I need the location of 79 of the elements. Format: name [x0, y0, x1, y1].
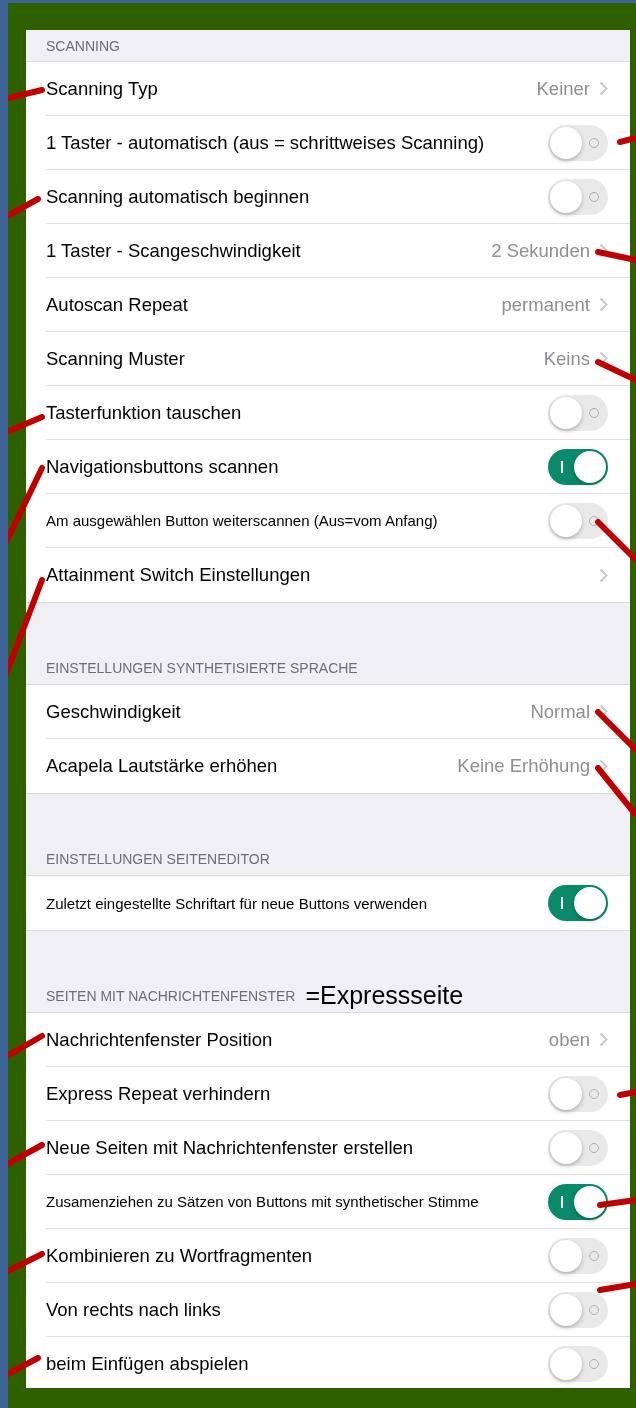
chevron-icon [599, 1032, 608, 1047]
annotation-line [597, 1197, 636, 1208]
settings-row[interactable]: Acapela Lautstärke erhöhen Keine Erhöhung [46, 739, 630, 793]
row-value: Normal [530, 700, 590, 723]
row-label: Navigationsbuttons scannen [46, 455, 280, 478]
chevron-icon [599, 297, 608, 312]
row-value: permanent [501, 293, 590, 316]
row-value: oben [548, 1028, 590, 1051]
annotation-line [617, 1089, 636, 1098]
settings-row[interactable]: Am ausgewählen Button weiterscannen (Aus=vom Anfang) [46, 494, 630, 548]
toggle-switch[interactable] [548, 1183, 608, 1220]
settings-row[interactable]: Von rechts nach links [46, 1283, 630, 1337]
row-label: Tasterfunktion tauschen [46, 401, 243, 424]
settings-row[interactable]: 1 Taster - Scangeschwindigkeit 2 Sekunden [46, 224, 630, 278]
annotation-line [595, 359, 636, 383]
toggle-switch[interactable] [548, 502, 608, 539]
annotation-line [597, 1281, 636, 1293]
row-value: 2 Sekunden [491, 239, 590, 262]
settings-row[interactable]: Scanning Typ Keiner [46, 62, 630, 116]
settings-row[interactable]: 1 Taster - automatisch (aus = schrittweises Scanning) [46, 116, 630, 170]
toggle-switch[interactable] [548, 1075, 608, 1112]
annotation-text: =Expressseite [305, 981, 464, 1010]
row-label: beim Einfügen abspielen [46, 1353, 250, 1375]
settings-row[interactable]: Nachrichtenfenster Position oben [46, 1013, 630, 1067]
toggle-switch[interactable] [548, 1129, 608, 1166]
row-value: Keins [543, 347, 590, 370]
settings-row[interactable]: Scanning automatisch beginnen [46, 170, 630, 224]
annotation-line [617, 135, 636, 145]
settings-row[interactable]: Kombinieren zu Wortfragmenten [46, 1229, 630, 1283]
annotation-line [8, 414, 45, 438]
toggle-switch[interactable] [548, 1346, 608, 1382]
settings-row[interactable]: Tasterfunktion tauschen [46, 386, 630, 440]
row-label: Zuletzt eingestellte Schriftart für neue Buttons verwenden [46, 894, 429, 912]
row-label: Am ausgewählen Button weiterscannen (Aus=vom Anfang) [46, 512, 439, 529]
row-label: Scanning Typ [46, 77, 159, 100]
settings-row[interactable]: Autoscan Repeat permanent [46, 278, 630, 332]
toggle-switch[interactable] [548, 448, 608, 485]
section-header: SEITEN MIT NACHRICHTENFENSTER [46, 988, 296, 1004]
row-label: Von rechts nach links [46, 1298, 222, 1321]
row-value: Keiner [536, 77, 590, 100]
row-value: Keine Erhöhung [457, 755, 590, 777]
row-label: Kombinieren zu Wortfragmenten [46, 1244, 313, 1267]
row-label: Geschwindigkeit [46, 700, 182, 723]
settings-row[interactable]: beim Einfügen abspielen [46, 1337, 630, 1388]
section-header: EINSTELLUNGEN SEITENEDITOR [46, 851, 270, 867]
row-label: Express Repeat verhindern [46, 1082, 272, 1105]
row-label: Autoscan Repeat [46, 293, 189, 316]
toggle-switch[interactable] [548, 124, 608, 161]
annotation-line [595, 765, 636, 818]
settings-row[interactable]: Express Repeat verhindern [46, 1067, 630, 1121]
settings-row[interactable]: Neue Seiten mit Nachrichtenfenster erstellen [46, 1121, 630, 1175]
row-label: 1 Taster - automatisch (aus = schrittweises Scanning) [46, 131, 486, 154]
settings-row[interactable]: Geschwindigkeit Normal [46, 685, 630, 739]
annotation-line [595, 709, 636, 753]
toggle-switch[interactable] [548, 1237, 608, 1274]
row-label: Nachrichtenfenster Position [46, 1028, 274, 1051]
settings-row[interactable]: Navigationsbuttons scannen [46, 440, 630, 494]
annotation-line [595, 249, 636, 263]
annotation-line [595, 519, 636, 563]
settings-row[interactable]: Attainment Switch Einstellungen [46, 548, 630, 602]
settings-row[interactable]: Scanning Muster Keins [46, 332, 630, 386]
row-label: Neue Seiten mit Nachrichtenfenster erstellen [46, 1136, 415, 1159]
chevron-icon [599, 567, 608, 583]
section-header: SCANNING [46, 38, 120, 54]
row-label: Scanning Muster [46, 347, 186, 370]
annotation-line [8, 87, 45, 103]
row-label: Zusamenziehen zu Sätzen von Buttons mit synthetischer Stimme [46, 1193, 480, 1210]
toggle-switch[interactable] [548, 1291, 608, 1328]
row-label: Scanning automatisch beginnen [46, 185, 311, 208]
toggle-switch[interactable] [548, 885, 608, 921]
row-label: Acapela Lautstärke erhöhen [46, 755, 279, 777]
row-label: 1 Taster - Scangeschwindigkeit [46, 239, 302, 262]
chevron-icon [599, 81, 608, 96]
row-label: Attainment Switch Einstellungen [46, 564, 312, 586]
toggle-switch[interactable] [548, 394, 608, 431]
chevron-icon [599, 243, 608, 258]
section-header: EINSTELLUNGEN SYNTHETISIERTE SPRACHE [46, 660, 358, 676]
toggle-switch[interactable] [548, 178, 608, 215]
settings-row[interactable]: Zusamenziehen zu Sätzen von Buttons mit synthetischer Stimme [46, 1175, 630, 1229]
